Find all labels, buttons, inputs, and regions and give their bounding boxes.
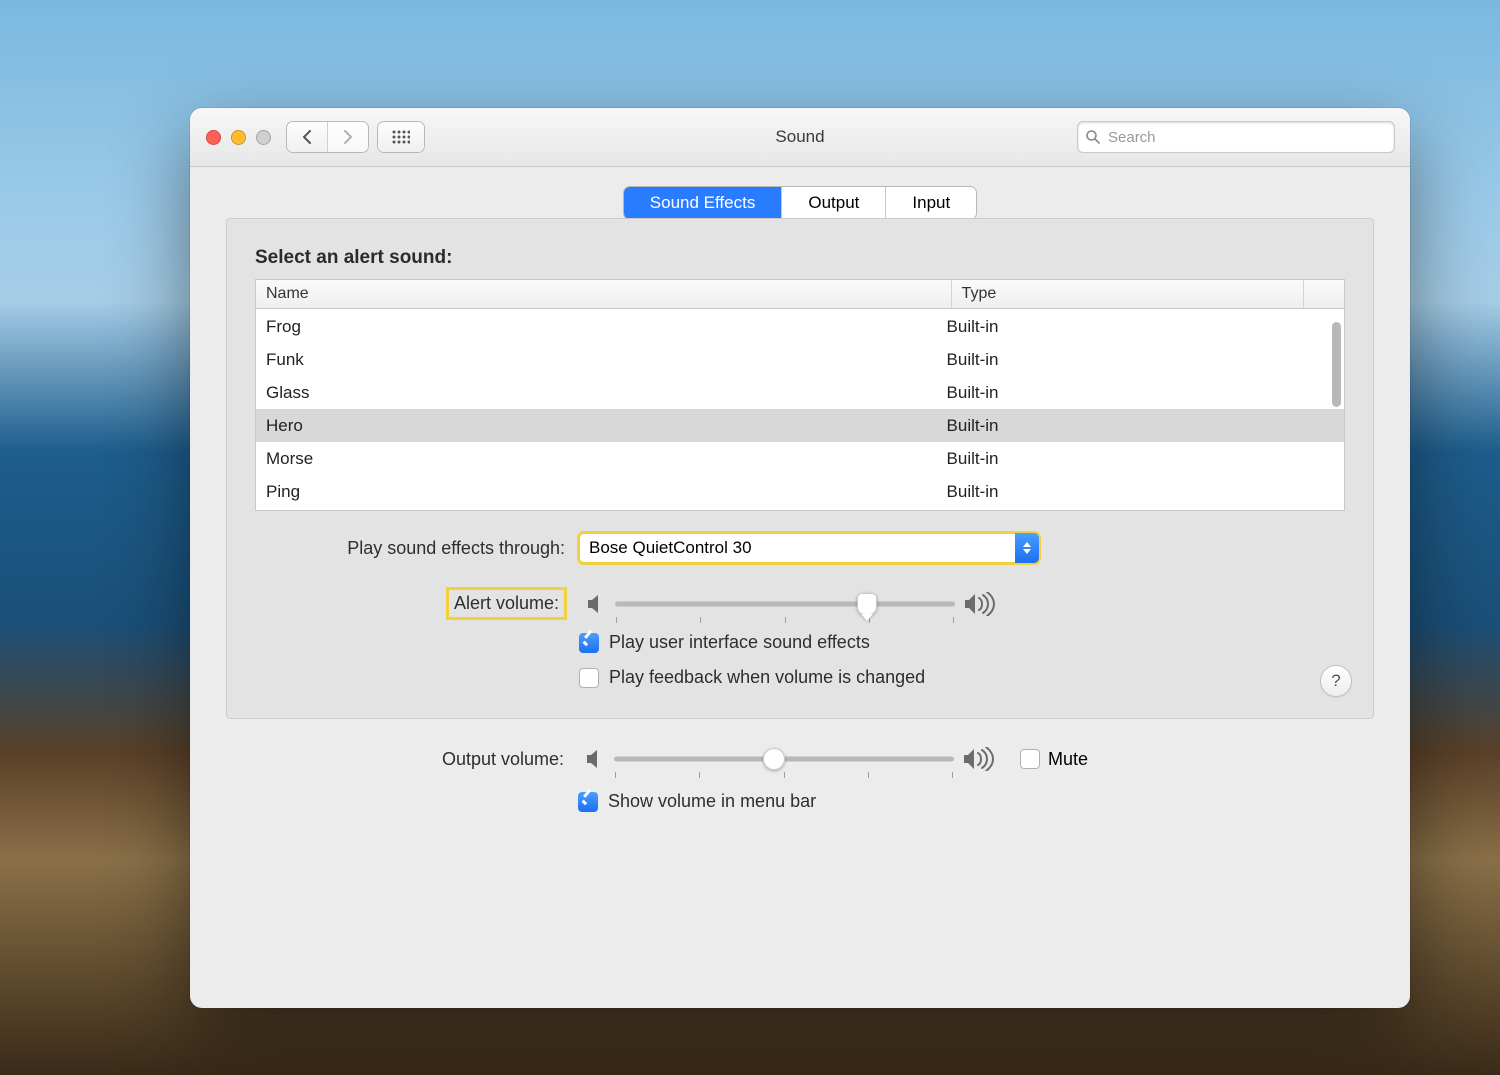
- sound-type: Built-in: [941, 317, 1344, 337]
- sound-name: Hero: [256, 416, 941, 436]
- alert-volume-label: Alert volume:: [255, 589, 579, 618]
- column-type[interactable]: Type: [952, 280, 1304, 308]
- sound-name: Glass: [256, 383, 941, 403]
- sound-name: Funk: [256, 350, 941, 370]
- ui-sounds-label: Play user interface sound effects: [609, 632, 870, 653]
- output-volume-slider[interactable]: [614, 745, 954, 773]
- play-through-select[interactable]: Bose QuietControl 30: [579, 533, 1039, 563]
- table-row[interactable]: PingBuilt-in: [256, 475, 1344, 508]
- sound-type: Built-in: [941, 416, 1344, 436]
- ui-sounds-checkbox[interactable]: [579, 633, 599, 653]
- minimize-icon[interactable]: [231, 130, 246, 145]
- tab-input[interactable]: Input: [886, 187, 976, 219]
- table-row[interactable]: FrogBuilt-in: [256, 310, 1344, 343]
- column-name[interactable]: Name: [256, 280, 952, 308]
- output-volume-label: Output volume:: [254, 749, 578, 770]
- forward-button: [328, 122, 368, 152]
- play-through-label: Play sound effects through:: [255, 538, 579, 559]
- search-icon: [1086, 130, 1100, 144]
- menubar-label: Show volume in menu bar: [608, 791, 816, 812]
- menubar-checkbox[interactable]: [578, 792, 598, 812]
- titlebar: Sound: [190, 108, 1410, 167]
- sound-name: Frog: [256, 317, 941, 337]
- mute-checkbox[interactable]: [1020, 749, 1040, 769]
- alert-sound-label: Select an alert sound:: [255, 247, 1345, 269]
- nav-back-forward: [287, 122, 368, 152]
- select-stepper-icon[interactable]: [1015, 533, 1039, 563]
- speaker-high-icon: [954, 747, 1004, 771]
- back-button[interactable]: [287, 122, 328, 152]
- tab-output[interactable]: Output: [782, 187, 886, 219]
- sound-name: Morse: [256, 449, 941, 469]
- table-row[interactable]: GlassBuilt-in: [256, 376, 1344, 409]
- speaker-low-icon: [579, 594, 615, 614]
- alert-sound-table[interactable]: Name Type FrogBuilt-inFunkBuilt-inGlassB…: [255, 279, 1345, 511]
- feedback-checkbox[interactable]: [579, 668, 599, 688]
- speaker-high-icon: [955, 592, 1005, 616]
- scrollbar-thumb[interactable]: [1332, 322, 1341, 407]
- sound-type: Built-in: [941, 482, 1344, 502]
- sound-effects-panel: Select an alert sound: Name Type FrogBui…: [226, 218, 1374, 719]
- tab-sound-effects[interactable]: Sound Effects: [624, 187, 783, 219]
- output-section: Output volume: Mute Show volume in: [226, 719, 1374, 812]
- mute-label: Mute: [1048, 749, 1088, 770]
- window-body: Sound Effects Output Input Select an ale…: [190, 167, 1410, 1008]
- search-field[interactable]: [1078, 122, 1394, 152]
- table-row[interactable]: FunkBuilt-in: [256, 343, 1344, 376]
- window-controls: [206, 130, 271, 145]
- table-header: Name Type: [256, 280, 1344, 309]
- sound-name: Ping: [256, 482, 941, 502]
- sound-type: Built-in: [941, 350, 1344, 370]
- feedback-label: Play feedback when volume is changed: [609, 667, 925, 688]
- alert-volume-slider[interactable]: [615, 590, 955, 618]
- zoom-icon: [256, 130, 271, 145]
- close-icon[interactable]: [206, 130, 221, 145]
- speaker-low-icon: [578, 749, 614, 769]
- sound-preferences-window: Sound Sound Effects Output Input Select …: [190, 108, 1410, 1008]
- tab-strip: Sound Effects Output Input: [226, 187, 1374, 219]
- sound-type: Built-in: [941, 383, 1344, 403]
- table-row[interactable]: MorseBuilt-in: [256, 442, 1344, 475]
- help-button[interactable]: ?: [1321, 666, 1351, 696]
- show-all-button[interactable]: [378, 122, 424, 152]
- play-through-value: Bose QuietControl 30: [589, 538, 752, 558]
- search-input[interactable]: [1106, 128, 1386, 147]
- sound-type: Built-in: [941, 449, 1344, 469]
- table-row[interactable]: HeroBuilt-in: [256, 409, 1344, 442]
